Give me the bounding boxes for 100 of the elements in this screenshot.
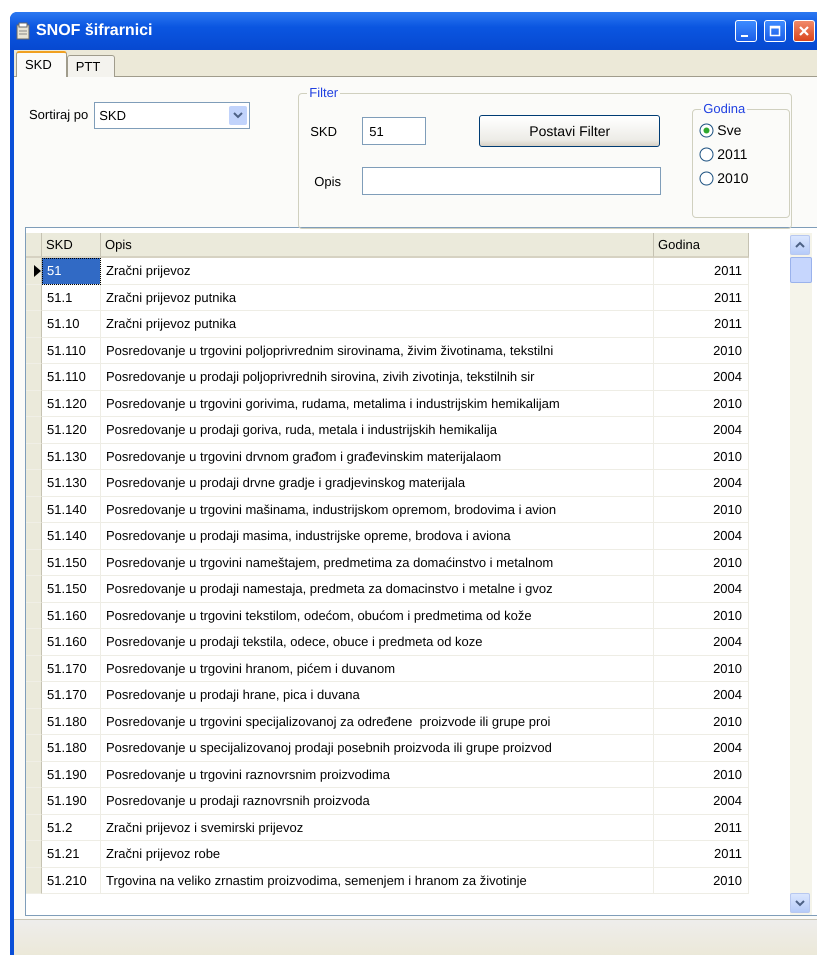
table-cell: 2004 [654,470,749,496]
maximize-icon [769,25,781,37]
group-title: Filter [307,85,340,100]
app-icon [16,22,30,40]
scrollbar[interactable] [790,233,812,915]
table-cell: 2004 [654,629,749,656]
scroll-thumb[interactable] [790,257,812,283]
input-field[interactable] [362,167,662,195]
table-cell: 2004 [654,788,749,814]
scroll-down-button[interactable] [790,893,810,913]
table-cell: Posredovanje u trgovini tekstilom, odećom, obućom i predmetima od kože [101,602,654,629]
radio-option[interactable]: Sve [699,122,790,138]
field-label: SKD [310,124,338,138]
table-cell: 2010 [654,444,749,470]
table-cell: 2004 [654,417,749,444]
tab[interactable]: SKD [16,51,67,77]
table-cell: 51.180 [42,735,101,762]
table-cell: 2010 [654,390,749,417]
sort-dropdown[interactable]: SKD [94,102,250,129]
table-cell: 51.140 [42,496,101,523]
table-cell: 51.150 [42,576,101,602]
input-field[interactable]: 51 [362,117,426,145]
table-cell: 2004 [654,682,749,708]
table-cell: 51.110 [42,364,101,390]
table-cell: Posredovanje u trgovini drvnom građom i građevinskim materijalaom [101,444,654,470]
table-cell: Posredovanje u trgovini specijalizovanoj za određene proizvode ili grupe proi [101,708,654,735]
radio-option[interactable]: 2011 [699,146,790,162]
minimize-icon [741,34,748,36]
column-header[interactable]: Opis [101,233,654,258]
close-icon [798,25,810,37]
table-cell: 51 [42,258,101,284]
maximize-button[interactable] [764,20,786,42]
table-cell: 51.180 [42,708,101,735]
table-cell: Posredovanje u trgovini mašinama, industrijskom opremom, brodovima i avion [101,496,654,523]
table-cell: 2011 [654,841,749,868]
table-cell: 2004 [654,364,749,390]
table-cell: 51.10 [42,311,101,338]
table-cell: 51.120 [42,390,101,417]
table-cell: 2010 [654,868,749,894]
caret-down-icon [795,899,805,907]
table-cell: 2004 [654,576,749,602]
table-cell: 51.130 [42,444,101,470]
table-cell: Zračni prijevoz putnika [101,311,654,338]
table-cell: 2004 [654,523,749,550]
table-cell: 2010 [654,496,749,523]
table-cell: 2004 [654,735,749,762]
table-cell: Posredovanje u prodaji drvne gradje i gradjevinskog materijala [101,470,654,496]
group-title: Godina [701,101,748,116]
table-cell: Zračni prijevoz i svemirski prijevoz [101,814,654,841]
table-cell: 2010 [654,338,749,364]
table-cell: 51.130 [42,470,101,496]
table-cell: 51.2 [42,814,101,841]
table-cell: Posredovanje u prodaji namestaja, predmeta za domacinstvo i metalne i gvoz [101,576,654,602]
table-cell: 51.150 [42,550,101,576]
window-title: SNOF šifrarnici [36,22,154,40]
radio-icon[interactable] [699,170,714,186]
table-cell: 51.110 [42,338,101,364]
column-header[interactable]: Godina [654,233,749,258]
table-cell: 2011 [654,258,749,284]
caret-up-icon [795,241,805,249]
table-cell: 51.210 [42,868,101,894]
table-cell: Posredovanje u trgovini raznovrsnim proizvodima [101,762,654,788]
table-cell: 51.170 [42,682,101,708]
table-cell: Posredovanje u prodaji masima, industrijske opreme, brodova i aviona [101,523,654,550]
table-cell: Posredovanje u trgovini nameštajem, predmetima za domaćinstvo i metalnom [101,550,654,576]
table-cell: 51.190 [42,788,101,814]
table-cell: 51.170 [42,656,101,682]
table-cell: 51.21 [42,841,101,868]
table-cell: Trgovina na veliko zrnastim proizvodima, semenjem i hranom za životinje [101,868,654,894]
tab[interactable]: PTT [66,55,116,77]
table-cell: 51.190 [42,762,101,788]
table-cell: 2010 [654,602,749,629]
table-cell: 2011 [654,814,749,841]
radio-icon[interactable] [699,146,714,162]
scroll-up-button[interactable] [790,235,810,255]
radio-icon[interactable] [699,122,714,138]
row-header[interactable] [26,258,42,284]
table-cell: 2010 [654,550,749,576]
table-cell: 51.120 [42,417,101,444]
table-cell: 2011 [654,284,749,311]
table-cell: Posredovanje u prodaji tekstila, odece, obuce i predmeta od koze [101,629,654,656]
table-cell: Zračni prijevoz robe [101,841,654,868]
filter-button[interactable]: Postavi Filter [479,115,660,147]
close-button[interactable] [793,20,815,42]
table-cell: 2011 [654,311,749,338]
table-cell: 51.160 [42,602,101,629]
table-cell: Posredovanje u prodaji raznovrsnih proizvoda [101,788,654,814]
column-header[interactable]: SKD [42,233,101,258]
field-label: Sortiraj po [29,107,88,124]
table-cell: 51.160 [42,629,101,656]
table-cell: Posredovanje u specijalizovanoj prodaji posebnih proizvoda ili grupe proizvod [101,735,654,762]
table-cell: Posredovanje u trgovini gorivima, rudama, metalima i industrijskim hemikalijam [101,390,654,417]
table-cell: 51.140 [42,523,101,550]
table-cell: Zračni prijevoz putnika [101,284,654,311]
column-header [26,233,42,258]
table-cell: Zračni prijevoz [101,258,654,284]
radio-option[interactable]: 2010 [699,170,790,186]
field-label: Opis [313,174,342,188]
table-cell: Posredovanje u prodaji goriva, ruda, metala i industrijskih hemikalija [101,417,654,444]
minimize-button[interactable] [735,20,757,42]
